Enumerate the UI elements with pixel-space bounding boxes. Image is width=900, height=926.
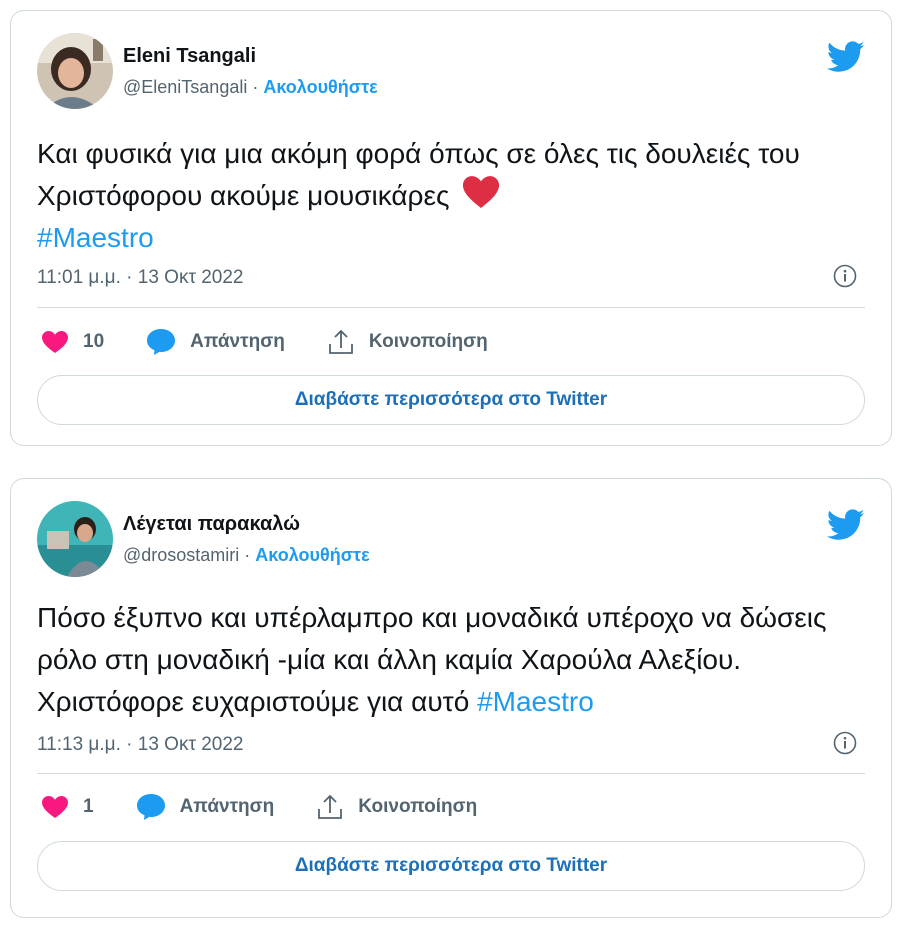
author-name[interactable]: Λέγεται παρακαλώ	[123, 513, 300, 536]
like-count: 1	[83, 796, 94, 817]
follow-button[interactable]: Ακολουθήστε	[263, 77, 377, 97]
reply-button[interactable]: Απάντηση	[146, 328, 285, 356]
tweet-timestamp[interactable]: 11:01 μ.μ. · 13 Οκτ 2022	[37, 267, 244, 289]
heart-icon	[42, 796, 68, 818]
info-icon[interactable]	[833, 731, 857, 755]
tweet-timestamp[interactable]: 11:13 μ.μ. · 13 Οκτ 2022	[37, 734, 244, 756]
share-label: Κοινοποίηση	[358, 796, 478, 817]
like-button[interactable]: 10	[41, 330, 104, 354]
separator: ·	[239, 545, 256, 565]
reply-label: Απάντηση	[190, 331, 285, 352]
action-bar: 1 Απάντηση Κοινοποίηση	[41, 790, 865, 824]
read-more-button[interactable]: Διαβάστε περισσότερα στο Twitter	[37, 375, 865, 425]
share-button[interactable]: Κοινοποίηση	[316, 793, 477, 821]
tweet-body: Πόσο έξυπνο και υπέρλαμπρο και μοναδικά …	[37, 602, 827, 717]
avatar[interactable]	[37, 33, 113, 109]
heart-icon	[42, 331, 68, 353]
share-button[interactable]: Κοινοποίηση	[327, 328, 488, 356]
speech-bubble-icon	[147, 329, 176, 355]
handle-row: @drosostamiri · Ακολουθήστε	[123, 545, 370, 566]
tweet-card: Eleni Tsangali @EleniTsangali · Ακολουθή…	[10, 10, 892, 446]
like-button[interactable]: 1	[41, 795, 94, 819]
share-icon	[328, 329, 353, 354]
handle-row: @EleniTsangali · Ακολουθήστε	[123, 77, 378, 98]
red-heart-emoji-icon	[463, 176, 500, 208]
tweet-text: Και φυσικά για μια ακόμη φορά όπως σε όλ…	[37, 133, 861, 259]
divider	[37, 773, 865, 774]
twitter-bird-icon[interactable]	[827, 509, 865, 541]
separator: ·	[247, 77, 264, 97]
reply-label: Απάντηση	[179, 796, 275, 817]
action-bar: 10 Απάντηση Κοινοποίηση	[41, 325, 865, 359]
share-label: Κοινοποίηση	[368, 331, 488, 352]
twitter-bird-icon[interactable]	[827, 41, 865, 73]
tweet-text: Πόσο έξυπνο και υπέρλαμπρο και μοναδικά …	[37, 597, 861, 723]
speech-bubble-icon	[136, 794, 165, 820]
author-name[interactable]: Eleni Tsangali	[123, 45, 256, 68]
tweet-body: Και φυσικά για μια ακόμη φορά όπως σε όλ…	[37, 138, 800, 211]
tweet-card: Λέγεται παρακαλώ @drosostamiri · Ακολουθ…	[10, 478, 892, 918]
like-count: 10	[83, 331, 105, 352]
hashtag-link[interactable]: #Maestro	[477, 686, 594, 717]
follow-button[interactable]: Ακολουθήστε	[255, 545, 369, 565]
hashtag-link[interactable]: #Maestro	[37, 222, 154, 253]
author-handle[interactable]: @EleniTsangali	[123, 77, 247, 97]
read-more-button[interactable]: Διαβάστε περισσότερα στο Twitter	[37, 841, 865, 891]
avatar[interactable]	[37, 501, 113, 577]
share-icon	[318, 794, 343, 819]
author-handle[interactable]: @drosostamiri	[123, 545, 239, 565]
info-icon[interactable]	[833, 264, 857, 288]
reply-button[interactable]: Απάντηση	[136, 793, 275, 821]
divider	[37, 307, 865, 308]
